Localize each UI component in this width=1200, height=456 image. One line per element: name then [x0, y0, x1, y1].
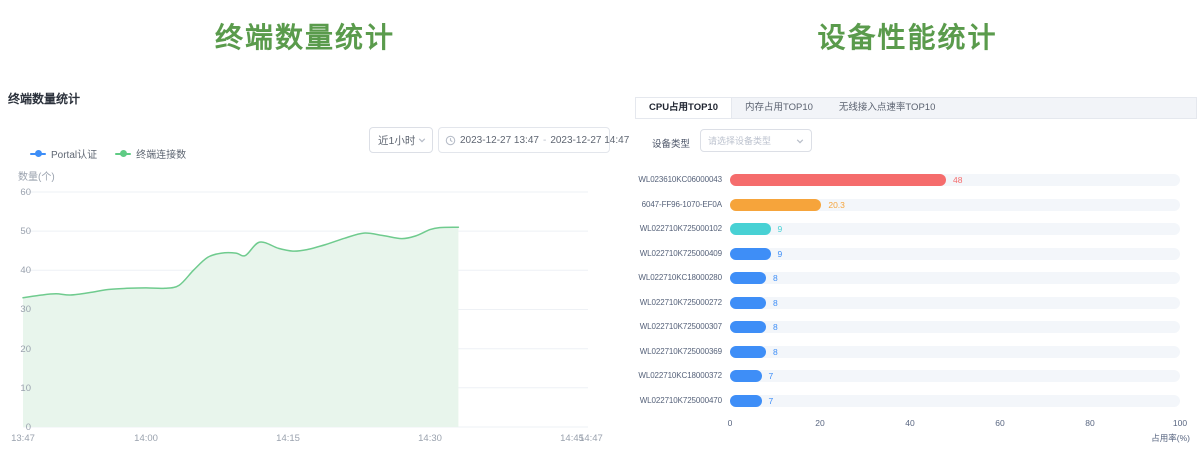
legend-marker-icon	[30, 150, 46, 158]
bar-category-label: WL022710KC18000280	[602, 273, 722, 282]
bar-track	[730, 272, 1180, 284]
left-section-title: 终端数量统计	[8, 90, 80, 107]
bar-value: 8	[773, 322, 778, 332]
y-tick: 50	[0, 226, 31, 237]
time-range-value: 近1小时	[378, 133, 415, 148]
device-type-placeholder: 请选择设备类型	[708, 134, 771, 147]
bar	[730, 346, 766, 358]
x-tick: 13:47	[11, 433, 35, 444]
x-tick: 14:47	[579, 433, 603, 444]
x-axis-label: 占用率(%)	[1140, 432, 1190, 444]
bar-category-label: 6047-FF96-1070-EF0A	[602, 200, 722, 209]
bar-category-label: WL022710K725000470	[602, 396, 722, 405]
y-axis-label: 数量(个)	[18, 168, 55, 183]
x-tick: 14:30	[418, 433, 442, 444]
bar	[730, 248, 771, 260]
bar-value: 8	[773, 298, 778, 308]
x-tick: 80	[1085, 418, 1094, 428]
left-page-title: 终端数量统计	[0, 16, 610, 52]
bar	[730, 321, 766, 333]
y-tick: 60	[0, 187, 31, 198]
bar-value: 9	[778, 249, 783, 259]
x-tick: 0	[728, 418, 733, 428]
bar-value: 20.3	[828, 200, 845, 210]
y-tick: 40	[0, 265, 31, 276]
chevron-down-icon	[418, 136, 426, 144]
bar-track	[730, 223, 1180, 235]
y-tick: 0	[0, 422, 31, 433]
date-start: 2023-12-27 13:47	[460, 135, 539, 146]
bar-category-label: WL022710K725000102	[602, 224, 722, 233]
bar-value: 48	[953, 175, 962, 185]
y-tick: 20	[0, 344, 31, 355]
device-type-label: 设备类型	[652, 136, 690, 150]
bar-track	[730, 346, 1180, 358]
chevron-down-icon	[796, 137, 804, 145]
date-separator: -	[543, 135, 546, 146]
x-tick: 60	[995, 418, 1004, 428]
date-range-picker[interactable]: 2023-12-27 13:47 - 2023-12-27 14:47	[438, 127, 610, 153]
tab-CPU占用TOP10[interactable]: CPU占用TOP10	[636, 98, 732, 118]
x-tick: 100	[1173, 418, 1187, 428]
tab-无线接入点速率TOP10[interactable]: 无线接入点速率TOP10	[826, 98, 948, 118]
bar	[730, 223, 771, 235]
bar-track	[730, 297, 1180, 309]
bar-category-label: WL022710KC18000372	[602, 371, 722, 380]
bar-category-label: WL022710K725000272	[602, 298, 722, 307]
device-type-select[interactable]: 请选择设备类型	[700, 129, 812, 152]
y-tick: 30	[0, 304, 31, 315]
dashboard: 终端数量统计 终端数量统计 近1小时 2023-12-27 13:47 - 20…	[0, 0, 1200, 456]
bar	[730, 297, 766, 309]
bar-value: 7	[769, 371, 774, 381]
bar	[730, 370, 762, 382]
bar-category-label: WL022710K725000369	[602, 347, 722, 356]
y-tick: 10	[0, 383, 31, 394]
legend-item[interactable]: Portal认证	[30, 146, 97, 161]
x-tick: 40	[905, 418, 914, 428]
bar-track	[730, 248, 1180, 260]
tab-内存占用TOP10[interactable]: 内存占用TOP10	[732, 98, 826, 118]
terminal-trend-chart	[20, 186, 598, 440]
bar	[730, 174, 946, 186]
date-end: 2023-12-27 14:47	[550, 135, 629, 146]
bar	[730, 272, 766, 284]
bar-track	[730, 370, 1180, 382]
bar-value: 9	[778, 224, 783, 234]
legend-item[interactable]: 终端连接数	[115, 146, 186, 161]
performance-tabs: CPU占用TOP10内存占用TOP10无线接入点速率TOP10	[635, 97, 1197, 119]
legend-label: Portal认证	[51, 146, 97, 161]
bar-track	[730, 395, 1180, 407]
x-tick: 14:00	[134, 433, 158, 444]
right-page-title: 设备性能统计	[620, 16, 1195, 52]
bar-category-label: WL022710K725000307	[602, 322, 722, 331]
bar-value: 8	[773, 273, 778, 283]
x-tick: 20	[815, 418, 824, 428]
clock-icon	[445, 135, 456, 146]
bar	[730, 199, 821, 211]
bar-value: 7	[769, 396, 774, 406]
time-range-select[interactable]: 近1小时	[369, 127, 433, 153]
legend-label: 终端连接数	[136, 146, 186, 161]
bar-track	[730, 321, 1180, 333]
bar-category-label: WL022710K725000409	[602, 249, 722, 258]
x-tick: 14:15	[276, 433, 300, 444]
bar-value: 8	[773, 347, 778, 357]
bar	[730, 395, 762, 407]
legend-marker-icon	[115, 150, 131, 158]
bar-category-label: WL023610KC06000043	[602, 175, 722, 184]
chart-legend: Portal认证 终端连接数	[30, 146, 186, 161]
